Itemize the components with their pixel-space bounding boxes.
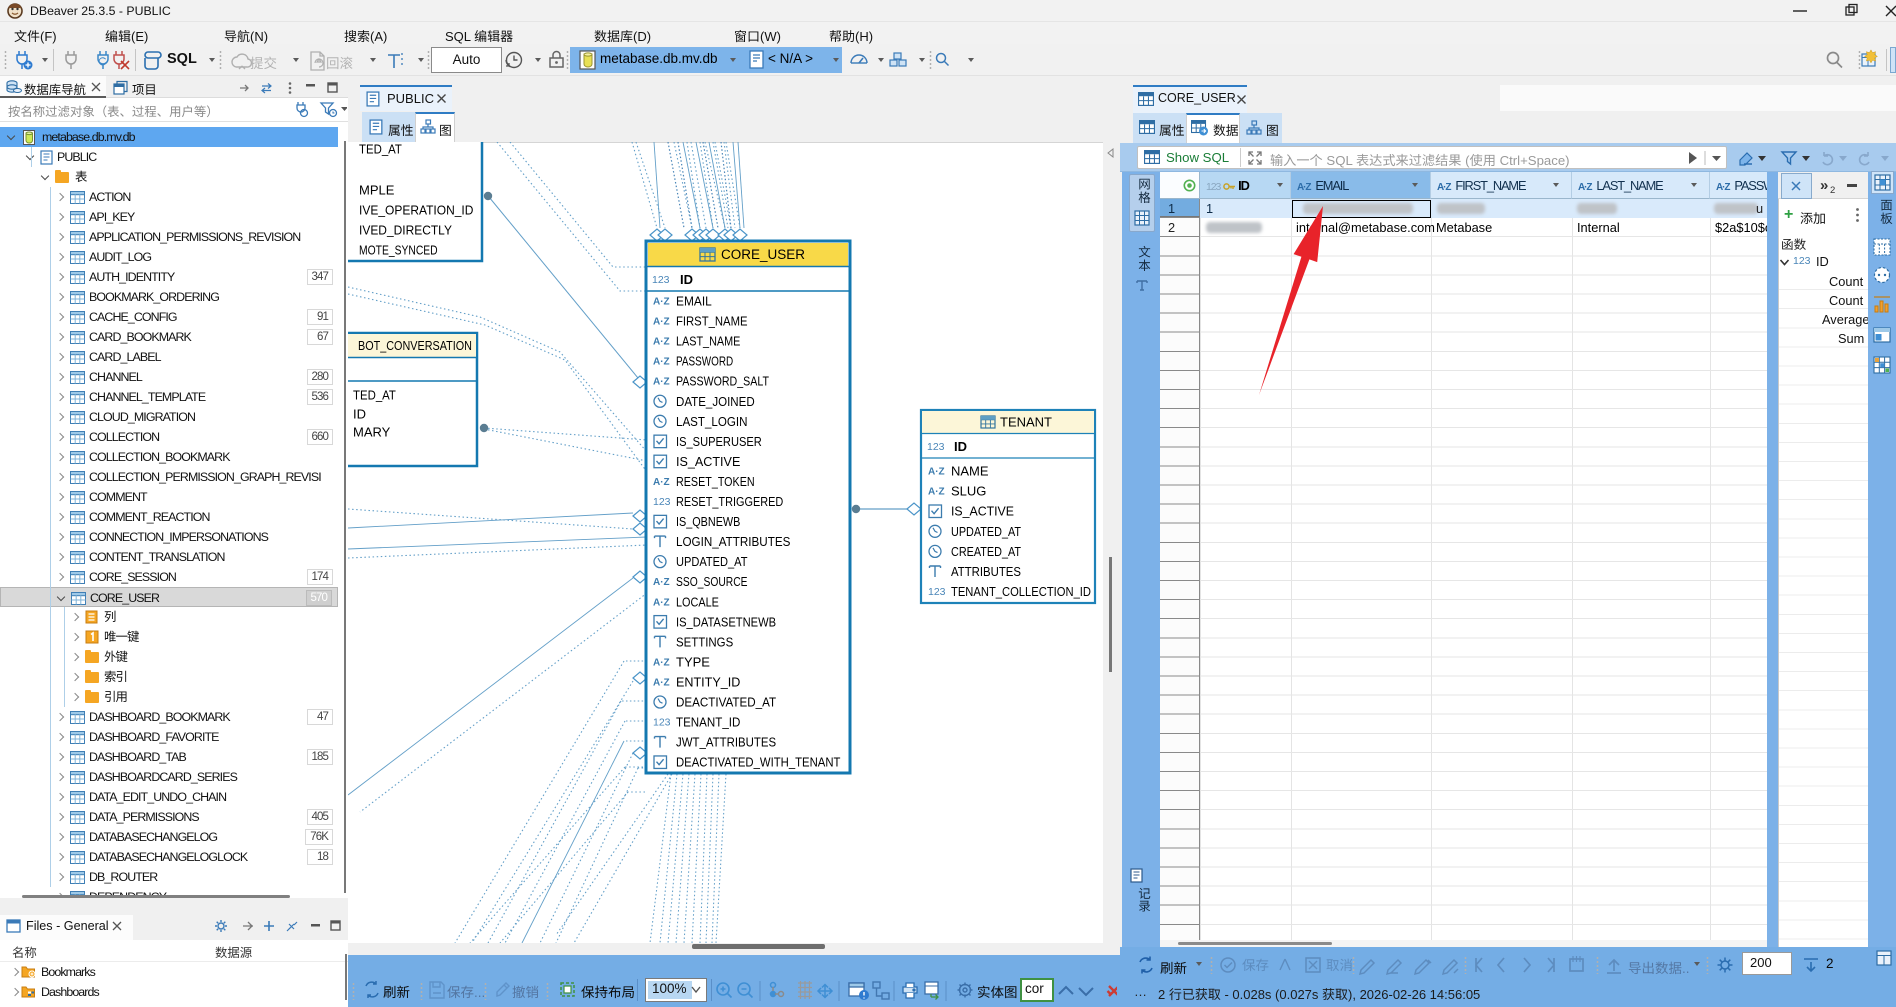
svg-text:DEACTIVATED_AT: DEACTIVATED_AT <box>676 695 776 710</box>
svg-text:A·Z: A·Z <box>928 467 945 478</box>
svg-text:IVE_OPERATION_ID: IVE_OPERATION_ID <box>359 203 473 218</box>
svg-text:MOTE_SYNCED: MOTE_SYNCED <box>359 243 438 258</box>
svg-text:LOGIN_ATTRIBUTES: LOGIN_ATTRIBUTES <box>676 534 791 549</box>
svg-text:A·Z: A·Z <box>653 677 670 688</box>
svg-text:TYPE: TYPE <box>676 654 710 669</box>
svg-text:UPDATED_AT: UPDATED_AT <box>676 554 748 569</box>
svg-text:A·Z: A·Z <box>653 577 670 588</box>
svg-text:EMAIL: EMAIL <box>676 294 712 309</box>
svg-text:SLUG: SLUG <box>951 484 986 499</box>
svg-text:TED_AT: TED_AT <box>359 142 402 157</box>
svg-text:UPDATED_AT: UPDATED_AT <box>951 524 1021 539</box>
svg-text:PASSWORD_SALT: PASSWORD_SALT <box>676 374 769 389</box>
svg-text:TED_AT: TED_AT <box>353 388 396 403</box>
svg-text:A·Z: A·Z <box>653 477 670 488</box>
svg-text:A·Z: A·Z <box>928 487 945 498</box>
svg-text:123: 123 <box>652 274 670 286</box>
svg-text:IS_ACTIVE: IS_ACTIVE <box>951 504 1014 519</box>
svg-text:DEACTIVATED_WITH_TENANT: DEACTIVATED_WITH_TENANT <box>676 755 840 770</box>
svg-text:RESET_TOKEN: RESET_TOKEN <box>676 474 755 489</box>
svg-text:NAME: NAME <box>951 464 989 479</box>
svg-text:IS_QBNEWB: IS_QBNEWB <box>676 514 740 529</box>
svg-text:保存: 保存 <box>1242 958 1269 973</box>
svg-text:LAST_LOGIN: LAST_LOGIN <box>676 414 748 429</box>
svg-text:LAST_NAME: LAST_NAME <box>676 334 741 349</box>
svg-text:IVED_DIRECTLY: IVED_DIRECTLY <box>359 223 452 238</box>
svg-text:A·Z: A·Z <box>653 337 670 348</box>
svg-text:RESET_TRIGGERED: RESET_TRIGGERED <box>676 494 783 509</box>
svg-text:A·Z: A·Z <box>653 597 670 608</box>
svg-text:MARY: MARY <box>353 425 391 440</box>
svg-text:A·Z: A·Z <box>653 357 670 368</box>
svg-text:IS_ACTIVE: IS_ACTIVE <box>676 454 741 469</box>
svg-text:123: 123 <box>653 717 671 729</box>
svg-text:PASSWORD: PASSWORD <box>676 354 733 369</box>
svg-text:JWT_ATTRIBUTES: JWT_ATTRIBUTES <box>676 735 776 750</box>
svg-text:123: 123 <box>653 496 671 508</box>
svg-text:IS_DATASETNEWB: IS_DATASETNEWB <box>676 614 776 629</box>
svg-text:TENANT: TENANT <box>1000 415 1052 430</box>
svg-text:CORE_USER: CORE_USER <box>721 247 805 262</box>
svg-text:取消: 取消 <box>1326 958 1353 973</box>
svg-text:SSO_SOURCE: SSO_SOURCE <box>676 574 748 589</box>
svg-text:123: 123 <box>927 441 945 453</box>
svg-text:ID: ID <box>680 272 693 287</box>
svg-text:TENANT_COLLECTION_ID: TENANT_COLLECTION_ID <box>951 584 1091 599</box>
svg-text:IS_SUPERUSER: IS_SUPERUSER <box>676 434 762 449</box>
svg-text:123: 123 <box>928 586 946 598</box>
svg-text:ENTITY_ID: ENTITY_ID <box>676 674 740 689</box>
svg-text:TENANT_ID: TENANT_ID <box>676 715 740 730</box>
svg-text:FIRST_NAME: FIRST_NAME <box>676 314 748 329</box>
svg-text:CREATED_AT: CREATED_AT <box>951 544 1021 559</box>
svg-text:ID: ID <box>353 407 366 422</box>
svg-text:DATE_JOINED: DATE_JOINED <box>676 394 755 409</box>
svg-text:LOCALE: LOCALE <box>676 594 719 609</box>
svg-text:A·Z: A·Z <box>653 657 670 668</box>
svg-text:ID: ID <box>954 439 967 454</box>
svg-text:A·Z: A·Z <box>653 377 670 388</box>
svg-text:SETTINGS: SETTINGS <box>676 634 733 649</box>
svg-text:A·Z: A·Z <box>653 297 670 308</box>
svg-text:ATTRIBUTES: ATTRIBUTES <box>951 564 1021 579</box>
svg-text:MPLE: MPLE <box>359 183 395 198</box>
svg-text:A·Z: A·Z <box>653 317 670 328</box>
svg-text:BOT_CONVERSATION: BOT_CONVERSATION <box>358 338 472 353</box>
